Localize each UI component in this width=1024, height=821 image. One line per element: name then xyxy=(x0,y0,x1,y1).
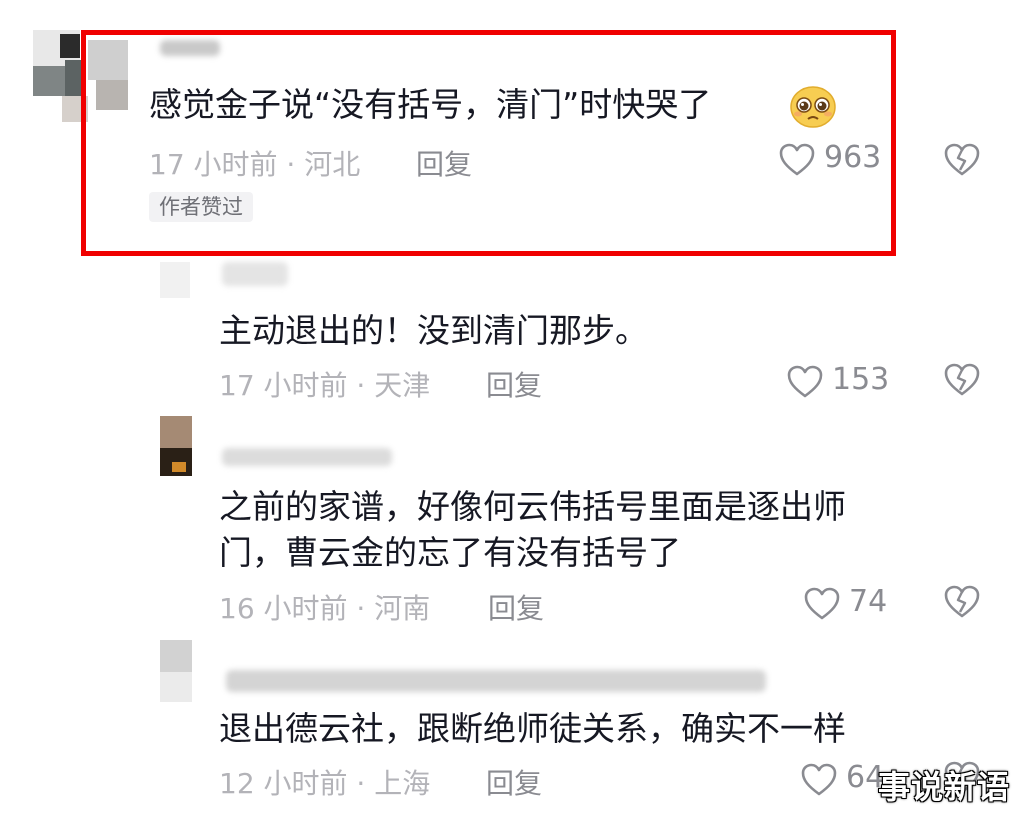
heart-outline-icon xyxy=(804,587,840,620)
comment-text-line-2: 门，曹云金的忘了有没有括号了 xyxy=(219,533,681,572)
like-count: 153 xyxy=(832,362,890,397)
highlight-box xyxy=(81,30,896,256)
broken-heart-icon[interactable] xyxy=(943,362,981,398)
broken-heart-icon[interactable] xyxy=(943,142,981,178)
broken-heart-icon[interactable] xyxy=(943,584,981,620)
comment-text: 退出德云社，跟断绝师徒关系，确实不一样 xyxy=(219,709,846,748)
comment-time-location: 16 小时前 · 河南 xyxy=(219,592,431,625)
username-blurred[interactable] xyxy=(222,448,392,466)
comment-time-location: 12 小时前 · 上海 xyxy=(219,767,431,800)
heart-outline-icon xyxy=(801,763,837,796)
reply-button[interactable]: 回复 xyxy=(488,587,544,627)
reply-button[interactable]: 回复 xyxy=(486,762,542,802)
comment-text: 主动退出的！没到清门那步。 xyxy=(219,311,648,350)
username-blurred[interactable] xyxy=(222,262,288,286)
like-count: 74 xyxy=(849,584,888,619)
username-blurred[interactable] xyxy=(226,670,766,692)
heart-outline-icon xyxy=(787,365,823,398)
comment-time-location: 17 小时前 · 天津 xyxy=(219,369,431,402)
watermark: 事说新语 xyxy=(877,768,1010,806)
comment-text-line-1: 之前的家谱，好像何云伟括号里面是逐出师 xyxy=(219,487,846,526)
reply-button[interactable]: 回复 xyxy=(486,364,542,404)
